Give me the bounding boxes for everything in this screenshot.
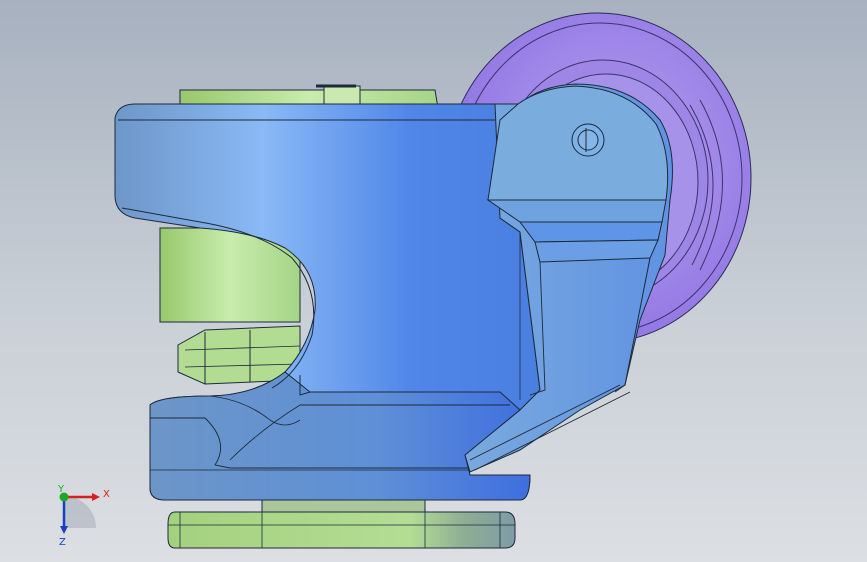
z-axis-arrowhead xyxy=(60,526,68,534)
z-axis-label: Z xyxy=(59,537,66,548)
graphics-viewport[interactable]: X Y Z xyxy=(0,0,867,562)
x-axis-label: X xyxy=(103,489,110,500)
y-axis-label: Y xyxy=(57,484,65,495)
base-pad[interactable] xyxy=(167,499,516,549)
axle-bolt[interactable] xyxy=(571,123,605,157)
model-canvas[interactable]: X Y Z xyxy=(0,0,867,562)
x-axis-arrowhead xyxy=(92,493,100,501)
triad-backdrop xyxy=(64,496,96,528)
orientation-triad: X Y Z xyxy=(57,484,110,548)
